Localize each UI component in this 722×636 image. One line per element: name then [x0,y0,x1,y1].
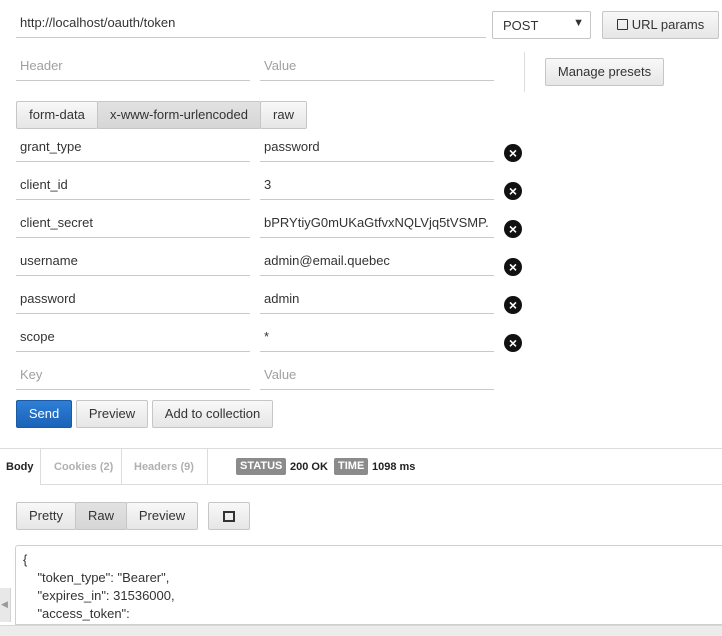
response-body[interactable]: { "token_type": "Bearer", "expires_in": … [15,545,722,625]
param-key[interactable]: scope [16,326,250,352]
url-input[interactable]: http://localhost/oauth/token [16,12,486,38]
chevron-down-icon: ▼ [573,17,584,29]
tab-cookies[interactable]: Cookies (2) [41,449,122,484]
tab-body-label: Body [6,461,34,473]
new-param-key-input[interactable]: Key [16,364,250,390]
param-key[interactable]: grant_type [16,136,250,162]
new-param-value-input[interactable]: Value [260,364,494,390]
param-key[interactable]: username [16,250,250,276]
param-value[interactable]: password [260,136,494,162]
send-button[interactable]: Send [16,400,72,428]
tab-headers-label: Headers (9) [134,461,194,473]
json-line: { [23,552,28,567]
remove-circle-icon[interactable]: × [504,182,522,200]
remove-circle-icon[interactable]: × [504,220,522,238]
json-line: "expires_in": 31536000, [23,588,175,603]
tab-headers[interactable]: Headers (9) [122,449,208,484]
time-value: 1098 ms [372,461,416,473]
param-key[interactable]: client_secret [16,212,250,238]
param-value[interactable]: * [260,326,494,352]
raw-button[interactable]: Raw [75,502,127,530]
url-params-button[interactable]: URL params [602,11,719,39]
param-key[interactable]: password [16,288,250,314]
param-value[interactable]: 3 [260,174,494,200]
url-params-label: URL params [631,17,705,32]
method-value: POST [503,18,539,33]
param-key[interactable]: client_id [16,174,250,200]
tab-cookies-label: Cookies (2) [54,461,114,473]
remove-circle-icon[interactable]: × [504,258,522,276]
edit-icon [616,19,628,30]
fullscreen-button[interactable] [208,502,250,530]
tab-form-data[interactable]: form-data [16,101,98,129]
header-value-input[interactable]: Value [260,55,494,81]
status-value: 200 OK [290,461,328,473]
pretty-button[interactable]: Pretty [16,502,76,530]
remove-circle-icon[interactable]: × [504,296,522,314]
add-to-collection-button[interactable]: Add to collection [152,400,273,428]
json-line: "token_type": "Bearer", [23,570,170,585]
header-key-input[interactable]: Header [16,55,250,81]
json-line: "access_token": [23,606,130,621]
bottom-bar [0,625,722,636]
param-value[interactable]: admin [260,288,494,314]
time-label: TIME [334,458,369,475]
status-label: STATUS [236,458,287,475]
preview-response-button[interactable]: Preview [126,502,198,530]
remove-circle-icon[interactable]: × [504,334,522,352]
remove-circle-icon[interactable]: × [504,144,522,162]
manage-presets-button[interactable]: Manage presets [545,58,664,86]
method-select[interactable]: POST ▼ [492,11,591,39]
response-divider-bottom [0,484,722,485]
tab-body[interactable]: Body [0,449,41,485]
tab-raw[interactable]: raw [260,101,307,129]
tab-x-www-form-urlencoded[interactable]: x-www-form-urlencoded [97,101,261,129]
param-value[interactable]: admin@email.quebec [260,250,494,276]
vertical-divider [524,52,525,92]
sidebar-toggle[interactable]: ◀ [0,588,11,622]
caret-left-icon: ◀ [1,599,8,609]
fullscreen-icon [223,511,235,522]
param-value[interactable]: bPRYtiyG0mUKaGtfvxNQLVjq5tVSMP. [260,212,494,238]
preview-button[interactable]: Preview [76,400,148,428]
